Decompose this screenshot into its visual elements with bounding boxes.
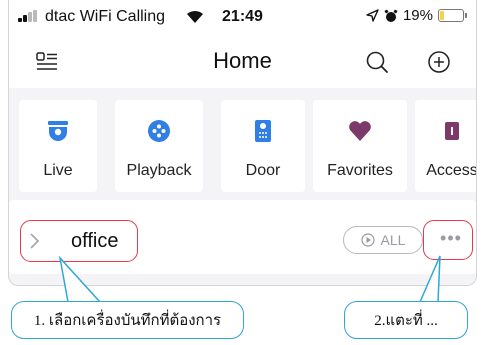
play-icon bbox=[360, 233, 375, 247]
play-all-label: ALL bbox=[380, 232, 406, 248]
battery-icon bbox=[438, 9, 467, 22]
shortcut-label: Favorites bbox=[327, 162, 393, 179]
playback-icon bbox=[148, 120, 170, 142]
highlight-device-name bbox=[20, 220, 138, 262]
callout-tap-more: 2.แตะที่ ... bbox=[344, 301, 468, 339]
callout-text: 2.แตะที่ ... bbox=[374, 313, 438, 329]
location-arrow-icon bbox=[366, 9, 379, 22]
page-title: Home bbox=[213, 48, 272, 73]
battery-percent: 19% bbox=[402, 7, 433, 24]
shortcut-favorites[interactable]: Favorites bbox=[313, 100, 407, 192]
highlight-more-button bbox=[423, 220, 473, 260]
nav-header: Home bbox=[9, 34, 476, 88]
door-icon bbox=[255, 120, 271, 142]
heart-icon bbox=[349, 121, 371, 141]
add-icon[interactable] bbox=[427, 50, 451, 74]
shortcut-door[interactable]: Door bbox=[221, 100, 305, 192]
search-icon[interactable] bbox=[365, 50, 389, 74]
camera-icon bbox=[48, 121, 68, 141]
shortcut-label: Playback bbox=[126, 162, 192, 179]
access-icon bbox=[445, 122, 459, 140]
battery-fill bbox=[440, 11, 445, 20]
status-right: 19% bbox=[366, 7, 467, 24]
callout-select-recorder: 1. เลือกเครื่องบันทึกที่ต้องการ bbox=[11, 301, 244, 339]
shortcut-playback[interactable]: Playback bbox=[115, 100, 203, 192]
play-all-button[interactable]: ALL bbox=[343, 226, 423, 254]
shortcut-access[interactable]: Access bbox=[415, 100, 477, 192]
shortcut-live[interactable]: Live bbox=[19, 100, 97, 192]
callout-text: 1. เลือกเครื่องบันทึกที่ต้องการ bbox=[33, 313, 222, 329]
shortcut-label: Live bbox=[43, 162, 73, 179]
shortcut-label: Door bbox=[245, 162, 281, 179]
status-bar: dtac WiFi Calling 21:49 19% bbox=[9, 0, 476, 34]
shortcut-bar: Live Playback Door Favorites Access bbox=[9, 100, 476, 192]
shortcut-label: Access bbox=[426, 162, 477, 179]
alarm-icon bbox=[384, 8, 398, 22]
